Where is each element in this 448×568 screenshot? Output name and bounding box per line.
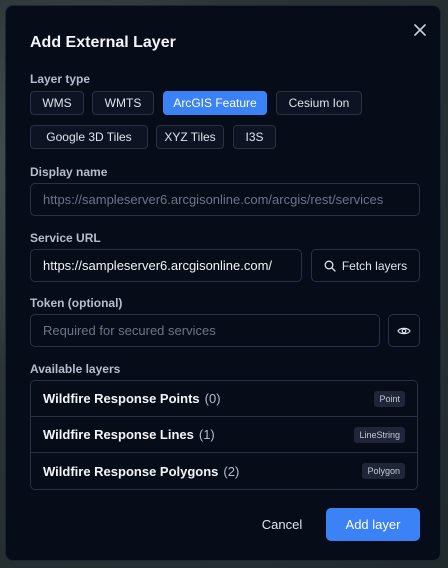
search-icon bbox=[324, 260, 336, 272]
layer-type-google-3d-tiles[interactable]: Google 3D Tiles bbox=[30, 125, 148, 149]
add-external-layer-dialog: Add External Layer Layer type WMS WMTS A… bbox=[5, 5, 441, 561]
toggle-token-visibility-button[interactable] bbox=[388, 314, 420, 347]
close-button[interactable] bbox=[410, 20, 430, 40]
available-layers-label: Available layers bbox=[30, 362, 121, 376]
display-name-label: Display name bbox=[30, 165, 108, 179]
layer-type-label: Layer type bbox=[30, 72, 91, 86]
layer-name: Wildfire Response Polygons bbox=[43, 463, 219, 479]
service-url-label: Service URL bbox=[30, 231, 101, 245]
geometry-type-badge: LineString bbox=[354, 426, 405, 443]
layer-count: (1) bbox=[198, 427, 215, 442]
token-label: Token (optional) bbox=[30, 296, 123, 310]
layer-type-wms[interactable]: WMS bbox=[30, 91, 84, 115]
layer-count: (0) bbox=[204, 391, 221, 406]
layer-type-wmts[interactable]: WMTS bbox=[92, 91, 154, 115]
fetch-layers-label: Fetch layers bbox=[341, 258, 408, 273]
token-input[interactable]: Required for secured services bbox=[30, 314, 380, 347]
service-url-input[interactable]: https://sampleserver6.arcgisonline.com/ bbox=[30, 249, 302, 282]
layer-row-wildfire-response-polygons[interactable]: Wildfire Response Polygons (2) Polygon bbox=[31, 453, 417, 489]
cancel-button[interactable]: Cancel bbox=[254, 512, 310, 536]
layer-name: Wildfire Response Points bbox=[43, 391, 200, 406]
geometry-type-badge: Point bbox=[374, 390, 405, 407]
dialog-title: Add External Layer bbox=[30, 34, 176, 51]
layer-name: Wildfire Response Lines bbox=[43, 427, 194, 442]
layer-type-xyz-tiles[interactable]: XYZ Tiles bbox=[156, 125, 224, 149]
fetch-layers-button[interactable]: Fetch layers bbox=[311, 249, 420, 282]
layer-type-i3s[interactable]: I3S bbox=[233, 125, 276, 149]
geometry-type-badge: Polygon bbox=[362, 463, 405, 479]
service-url-value: https://sampleserver6.arcgisonline.com/ bbox=[43, 258, 273, 273]
token-placeholder: Required for secured services bbox=[43, 323, 216, 338]
close-icon bbox=[414, 24, 426, 36]
layer-row-wildfire-response-lines[interactable]: Wildfire Response Lines (1) LineString bbox=[31, 417, 417, 453]
display-name-placeholder: https://sampleserver6.arcgisonline.com/a… bbox=[43, 192, 384, 207]
eye-icon bbox=[397, 327, 411, 334]
layer-type-cesium-ion[interactable]: Cesium Ion bbox=[276, 91, 362, 115]
layer-type-arcgis-feature[interactable]: ArcGIS Feature bbox=[163, 91, 267, 115]
layer-row-wildfire-response-points[interactable]: Wildfire Response Points (0) Point bbox=[31, 381, 417, 417]
available-layers-list: Wildfire Response Points (0) Point Wildf… bbox=[30, 380, 418, 490]
add-layer-button[interactable]: Add layer bbox=[326, 508, 420, 541]
layer-count: (2) bbox=[223, 463, 240, 479]
display-name-input[interactable]: https://sampleserver6.arcgisonline.com/a… bbox=[30, 183, 420, 216]
